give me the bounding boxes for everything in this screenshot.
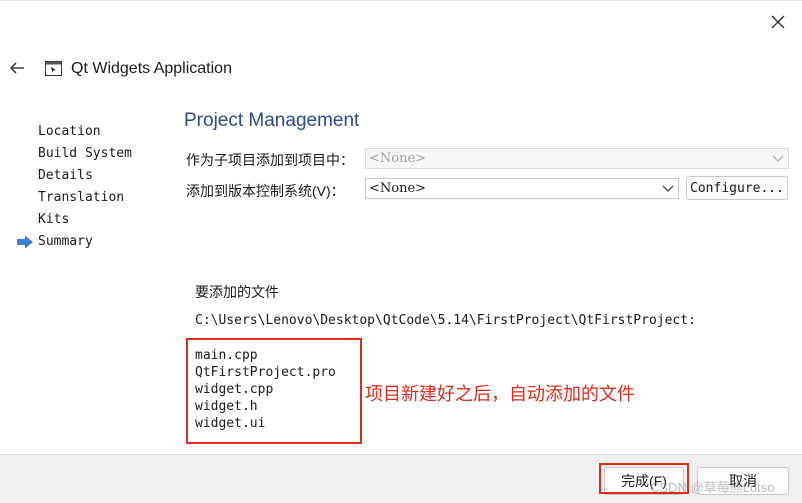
chevron-down-icon [662,185,674,192]
subproject-select[interactable]: <None> [365,148,789,169]
page-title: Project Management [184,110,360,131]
vcs-value: <None> [369,181,427,196]
subproject-label: 作为子项目添加到项目中： [186,152,354,168]
wizard-title: Qt Widgets Application [71,60,232,77]
subproject-value: <None> [369,151,427,166]
qt-app-icon [45,61,62,76]
step-translation: Translation [38,190,125,205]
vcs-label: 添加到版本控制系统(V)： [186,183,345,199]
wizard-window: Qt Widgets Application Location Build Sy… [0,0,802,503]
close-icon [771,15,785,29]
close-button[interactable] [764,9,792,35]
back-button[interactable] [6,57,28,79]
watermark: CSDN @草莓熊Lotso [650,480,775,495]
back-arrow-icon [9,62,24,74]
chevron-down-icon [772,155,784,162]
step-summary: Summary [38,234,93,249]
step-location: Location [38,124,101,139]
files-path: C:\Users\Lenovo\Desktop\QtCode\5.14\Firs… [195,313,696,328]
step-details: Details [38,168,93,183]
step-build-system: Build System [38,146,132,161]
files-highlight-box [186,338,362,444]
step-kits: Kits [38,212,70,227]
annotation-text: 项目新建好之后，自动添加的文件 [365,384,635,404]
vcs-select[interactable]: <None> [365,178,679,199]
configure-button[interactable]: Configure... [686,176,788,200]
files-heading: 要添加的文件 [195,284,279,300]
arrow-right-icon [17,235,33,249]
